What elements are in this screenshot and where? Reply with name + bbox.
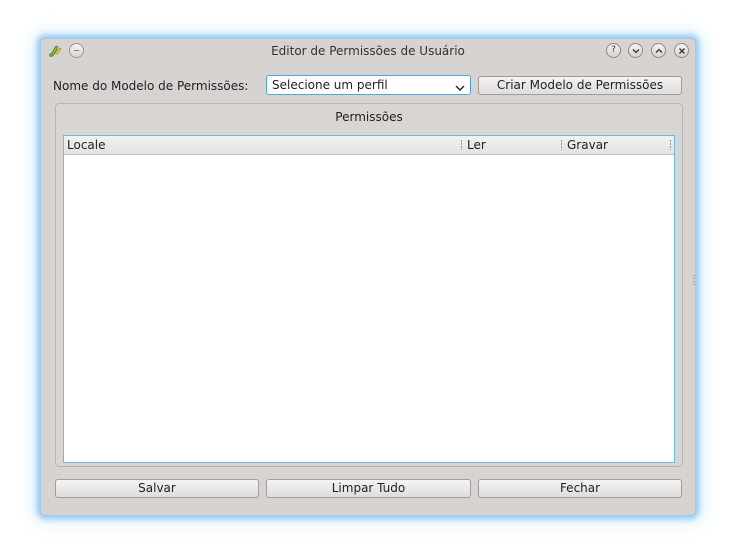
column-resize-handle[interactable] — [561, 140, 562, 150]
chevron-down-icon — [455, 81, 465, 95]
permissions-group: Permissões Locale Ler Gravar — [55, 103, 683, 467]
column-header-write[interactable]: Gravar — [567, 138, 608, 152]
help-icon[interactable]: ? — [606, 43, 621, 58]
template-name-label: Nome do Modelo de Permissões: — [53, 79, 249, 93]
profile-select[interactable]: Selecione um perfil — [266, 75, 471, 95]
title-bar[interactable]: Editor de Permissões de Usuário ? — [41, 39, 695, 63]
column-header-locale[interactable]: Locale — [67, 138, 105, 152]
profile-select-value: Selecione um perfil — [272, 78, 388, 92]
window-title: Editor de Permissões de Usuário — [271, 44, 465, 58]
save-button[interactable]: Salvar — [55, 479, 259, 498]
clear-all-button[interactable]: Limpar Tudo — [266, 479, 471, 498]
close-icon[interactable] — [674, 43, 689, 58]
maximize-icon[interactable] — [651, 43, 666, 58]
column-header-read[interactable]: Ler — [467, 138, 486, 152]
column-resize-handle[interactable] — [670, 140, 671, 150]
column-resize-handle[interactable] — [461, 140, 462, 150]
table-header: Locale Ler Gravar — [64, 136, 674, 155]
permissions-group-title: Permissões — [335, 110, 403, 124]
minimize-icon[interactable] — [628, 43, 643, 58]
create-template-button[interactable]: Criar Modelo de Permissões — [478, 76, 682, 95]
window-resize-grip[interactable] — [693, 275, 695, 285]
permissions-editor-window: Editor de Permissões de Usuário ? Nome d… — [40, 38, 696, 516]
permissions-table[interactable]: Locale Ler Gravar — [63, 135, 675, 463]
close-button[interactable]: Fechar — [478, 479, 682, 498]
